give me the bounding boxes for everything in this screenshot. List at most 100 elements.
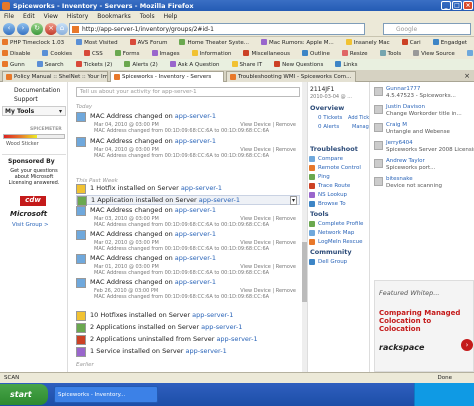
sidebar-link-documentation[interactable]: Documentation [0, 86, 67, 95]
maximize-button[interactable]: □ [452, 1, 462, 10]
feed-entry-actions[interactable]: View Device | Remove [240, 147, 296, 153]
feed-entry[interactable]: MAC Address changed on app-server-1 Mar 0… [76, 230, 300, 252]
link-browse-to[interactable]: Browse To [309, 201, 346, 207]
post-author[interactable]: Justin Davison [386, 104, 425, 110]
device-link[interactable]: app-server-1 [175, 112, 216, 120]
post-title[interactable]: Change Workorder title in... [386, 111, 462, 117]
minimize-button[interactable]: _ [441, 1, 451, 10]
device-link[interactable]: app-server-1 [216, 335, 257, 343]
feed-entry[interactable]: MAC Address changed on app-server-1 Mar 0… [76, 137, 300, 159]
post-title[interactable]: Spiceworks port... [386, 165, 435, 171]
my-tools-header[interactable]: My Tools ▾ [2, 106, 66, 116]
link-trace-route[interactable]: Trace Route [309, 183, 350, 189]
bookmark-item[interactable]: Gunn [2, 61, 31, 68]
bookmark-item[interactable]: Miscellaneous [243, 50, 296, 57]
feed-entry-actions[interactable]: View Device | Remove [240, 288, 296, 294]
device-link[interactable]: app-server-1 [175, 206, 216, 214]
visit-group-link[interactable]: Visit Group > [12, 222, 49, 228]
bookmark-item[interactable]: Forms [114, 50, 146, 57]
close-button[interactable]: × [463, 1, 473, 10]
link-logmein-rescue[interactable]: LogMeIn Rescue [309, 239, 363, 245]
post-title[interactable]: 4.5.47523 - Spiceworks... [386, 93, 456, 99]
bookmark-item[interactable]: Mac Rumors: Apple M... [261, 39, 340, 46]
url-bar[interactable]: http://app-server-1/inventory/groups/2#i… [69, 23, 365, 35]
post-title[interactable]: Device not scanning [386, 183, 442, 189]
device-link[interactable]: app-server-1 [175, 278, 216, 286]
bookmark-item[interactable]: Links [335, 61, 363, 68]
post-author[interactable]: Craig M [386, 122, 407, 128]
feed-entry[interactable]: 1 Application installed on Server app-se… [76, 195, 300, 206]
bookmark-item[interactable]: Share IT [231, 61, 269, 68]
bookmark-item[interactable]: Cari [401, 39, 427, 46]
tab-2[interactable]: Troubleshooting WMI - Spiceworks Com... [226, 71, 356, 82]
feed-entry-actions[interactable]: View Device | Remove [240, 264, 296, 270]
community-post[interactable]: bitesnake Device not scanning [374, 176, 474, 193]
menu-file[interactable]: File [4, 13, 14, 20]
bookmark-item[interactable]: AVS Forum [129, 39, 174, 46]
post-author[interactable]: bitesnake [386, 176, 413, 182]
feed-entry-actions[interactable]: View Device | Remove [240, 240, 296, 246]
post-author[interactable]: Gunnar1777 [386, 86, 420, 92]
bookmark-item[interactable]: Options [466, 50, 474, 57]
menu-bookmarks[interactable]: Bookmarks [97, 13, 131, 20]
menu-history[interactable]: History [67, 13, 88, 20]
reload-button[interactable]: ↻ [31, 23, 43, 35]
community-post[interactable]: Andrew Taylor Spiceworks port... [374, 158, 474, 175]
feed-entry[interactable]: MAC Address changed on app-server-1 Feb 2… [76, 278, 300, 300]
feed-entry[interactable]: 1 Hotfix installed on Server app-server-… [76, 184, 300, 194]
bookmark-item[interactable]: CSS [83, 50, 109, 57]
menu-edit[interactable]: Edit [23, 13, 35, 20]
device-link[interactable]: app-server-1 [181, 184, 222, 192]
feed-entry[interactable]: 2 Applications uninstalled from Server a… [76, 335, 300, 345]
feed-entry[interactable]: MAC Address changed on app-server-1 Mar 0… [76, 254, 300, 276]
sidebar-link-support[interactable]: Support [0, 95, 67, 104]
scan-label[interactable]: SCAN [4, 375, 19, 381]
back-button[interactable]: ‹ [3, 23, 15, 35]
search-input[interactable]: Google [383, 23, 471, 35]
home-button[interactable]: ⌂ [56, 23, 68, 35]
link-compare[interactable]: Compare [309, 156, 343, 162]
menu-tools[interactable]: Tools [140, 13, 155, 20]
bookmark-item[interactable]: Search [36, 61, 70, 68]
bookmark-item[interactable]: Alerts (2) [124, 61, 164, 68]
community-post[interactable]: Gunnar1777 4.5.47523 - Spiceworks... [374, 86, 474, 103]
bookmark-item[interactable]: Engadget [432, 39, 473, 46]
bookmark-item[interactable]: Outline [302, 50, 336, 57]
post-title[interactable]: Spiceworks Server 2008 Licensing [386, 147, 474, 153]
alerts-count[interactable]: 0 Alerts [318, 124, 339, 130]
bookmark-item[interactable]: Resize [341, 50, 374, 57]
post-author[interactable]: Jerry6404 [386, 140, 413, 146]
bookmark-item[interactable]: PHP Timeclock 1.03 [2, 39, 70, 46]
bookmark-item[interactable]: Ask A Question [169, 61, 226, 68]
link-dell-group[interactable]: Dell Group [309, 259, 347, 265]
tab-close-icon[interactable]: × [464, 72, 470, 80]
bookmark-item[interactable]: Cookies [42, 50, 78, 57]
bookmark-item[interactable]: New Questions [274, 61, 329, 68]
device-link[interactable]: app-server-1 [175, 137, 216, 145]
post-title[interactable]: Untangle and Webense [386, 129, 450, 135]
start-button[interactable]: start [0, 384, 48, 405]
chevron-down-icon[interactable]: ▾ [289, 196, 297, 205]
feed-entry[interactable]: 10 Hotfixes installed on Server app-serv… [76, 311, 300, 321]
bookmark-item[interactable]: Tools [379, 50, 408, 57]
device-link[interactable]: app-server-1 [199, 196, 240, 204]
community-post[interactable]: Justin Davison Change Workorder title in.… [374, 104, 474, 121]
feed-entry-actions[interactable]: View Device | Remove [240, 216, 296, 222]
link-ns-lookup[interactable]: NS Lookup [309, 192, 347, 198]
bookmark-item[interactable]: Information [191, 50, 238, 57]
community-post[interactable]: Craig M Untangle and Webense [374, 122, 474, 139]
bookmark-item[interactable]: View Source [413, 50, 461, 57]
bookmark-item[interactable]: Most Visited [76, 39, 123, 46]
activity-input[interactable]: Tell us about your activity for app-serv… [76, 87, 300, 97]
post-author[interactable]: Andrew Taylor [386, 158, 425, 164]
feed-entry-actions[interactable]: View Device | Remove [240, 122, 296, 128]
device-link[interactable]: app-server-1 [175, 254, 216, 262]
link-network-map[interactable]: Network Map [309, 230, 354, 236]
bookmark-item[interactable]: Insanely Mac [345, 39, 396, 46]
forward-button[interactable]: › [17, 23, 29, 35]
menu-view[interactable]: View [44, 13, 58, 20]
link-ping[interactable]: Ping [309, 174, 330, 180]
menu-help[interactable]: Help [164, 13, 178, 20]
feed-entry[interactable]: 2 Applications installed on Server app-s… [76, 323, 300, 333]
taskbar-window[interactable]: Spiceworks - Inventory... [54, 386, 158, 403]
